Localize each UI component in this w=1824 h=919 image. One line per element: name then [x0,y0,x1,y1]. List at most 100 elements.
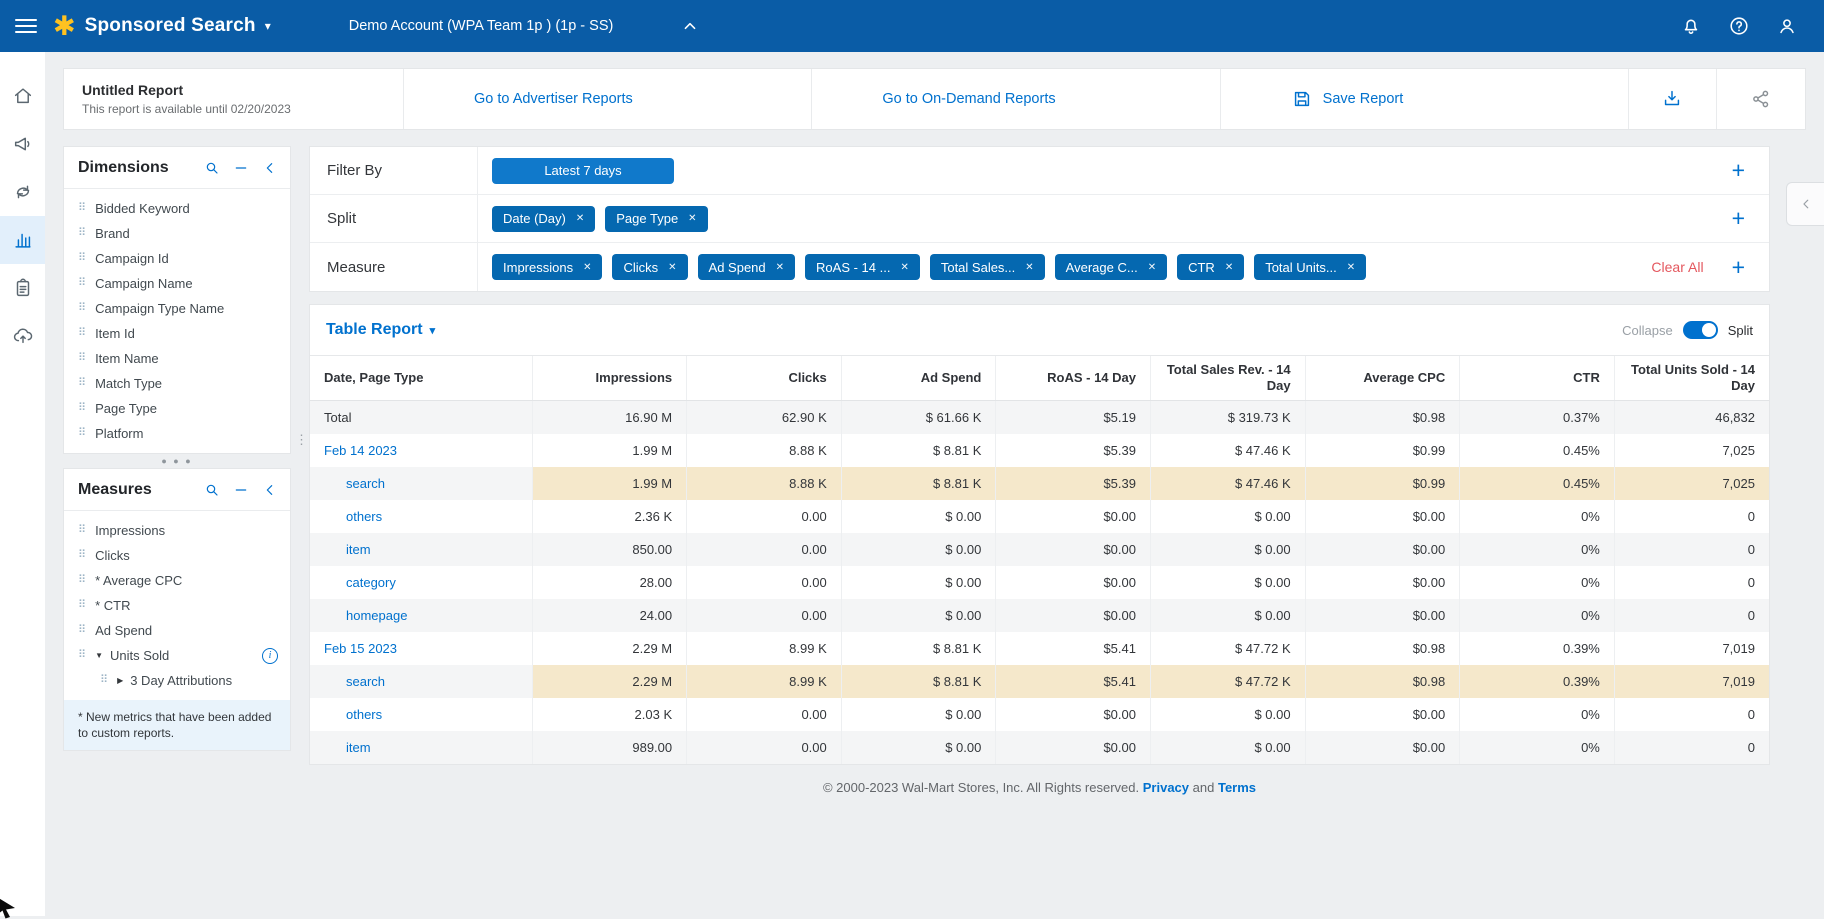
help-button[interactable] [1728,15,1750,37]
date-link[interactable]: Feb 14 2023 [324,443,397,458]
dimensions-hide-button[interactable] [262,160,278,176]
split-chip[interactable]: Page Type✕ [605,206,707,232]
measure-item[interactable]: ⠿Clicks [64,543,290,568]
drag-handle-icon[interactable]: ⠿ [78,550,86,561]
page-type-link[interactable]: others [346,509,382,524]
account-menu-button[interactable] [1776,15,1798,37]
drag-handle-icon[interactable]: ⠿ [78,253,86,264]
download-report-button[interactable] [1661,88,1683,110]
split-chip[interactable]: Date (Day)✕ [492,206,595,232]
nav-reports[interactable] [0,216,45,264]
ondemand-reports-link[interactable]: Go to On-Demand Reports [882,91,1055,107]
drag-handle-icon[interactable]: ⠿ [78,278,86,289]
measure-chip[interactable]: RoAS - 14 ...✕ [805,254,920,280]
measure-chip[interactable]: Ad Spend✕ [698,254,796,280]
table-report-title[interactable]: Table Report ▾ [326,321,435,339]
dimensions-collapse-all-button[interactable] [233,160,249,176]
chip-close-icon[interactable]: ✕ [668,262,676,273]
column-header[interactable]: Clicks [687,356,842,401]
dimension-item[interactable]: ⠿Match Type [64,371,290,396]
chip-close-icon[interactable]: ✕ [1347,262,1355,273]
caret-right-icon[interactable]: ▶ [117,676,123,685]
measure-chip[interactable]: Clicks✕ [612,254,687,280]
measures-collapse-all-button[interactable] [233,482,249,498]
measure-item[interactable]: ⠿Impressions [64,518,290,543]
caret-down-icon[interactable]: ▼ [95,651,103,660]
column-header[interactable]: Impressions [532,356,687,401]
dimension-item[interactable]: ⠿Item Name [64,346,290,371]
drag-handle-icon[interactable]: ⠿ [78,228,86,239]
drag-handle-icon[interactable]: ⠿ [78,353,86,364]
info-icon[interactable]: i [262,648,278,664]
notifications-button[interactable] [1680,15,1702,37]
column-header[interactable]: Average CPC [1305,356,1460,401]
dimensions-search-button[interactable] [204,160,220,176]
privacy-link[interactable]: Privacy [1143,780,1189,795]
add-split-button[interactable]: + [1732,207,1745,230]
measures-search-button[interactable] [204,482,220,498]
nav-home[interactable] [0,72,45,120]
save-report-link[interactable]: Save Report [1323,91,1404,107]
nav-campaigns[interactable] [0,120,45,168]
measure-chip[interactable]: Impressions✕ [492,254,602,280]
page-type-link[interactable]: category [346,575,396,590]
drag-handle-icon[interactable]: ⠿ [78,600,86,611]
hamburger-menu-icon[interactable] [15,19,37,33]
filter-chip[interactable]: Latest 7 days [492,158,674,184]
column-header[interactable]: Total Sales Rev. - 14 Day [1151,356,1306,401]
column-header[interactable]: RoAS - 14 Day [996,356,1151,401]
dimension-item[interactable]: ⠿Item Id [64,321,290,346]
chip-close-icon[interactable]: ✕ [900,262,908,273]
drag-handle-icon[interactable]: ⠿ [78,525,86,536]
chip-close-icon[interactable]: ✕ [1148,262,1156,273]
nav-automation[interactable] [0,168,45,216]
drag-handle-icon[interactable]: ⠿ [78,650,86,661]
measure-chip[interactable]: Total Sales...✕ [930,254,1045,280]
measure-chip[interactable]: Total Units...✕ [1254,254,1366,280]
dimension-item[interactable]: ⠿Campaign Name [64,271,290,296]
column-header[interactable]: CTR [1460,356,1615,401]
page-type-link[interactable]: item [346,740,371,755]
page-type-link[interactable]: search [346,674,385,689]
terms-link[interactable]: Terms [1218,780,1256,795]
panels-resize-handle[interactable]: ● ● ● [63,454,291,468]
advertiser-reports-link[interactable]: Go to Advertiser Reports [474,91,633,107]
drag-handle-icon[interactable]: ⠿ [100,675,108,686]
drag-handle-icon[interactable]: ⠿ [78,203,86,214]
page-type-link[interactable]: others [346,707,382,722]
measures-hide-button[interactable] [262,482,278,498]
dimension-item[interactable]: ⠿Bidded Keyword [64,196,290,221]
dimension-item[interactable]: ⠿Brand [64,221,290,246]
chip-close-icon[interactable]: ✕ [576,213,584,224]
dimension-item[interactable]: ⠿Page Type [64,396,290,421]
drag-handle-icon[interactable]: ⠿ [78,428,86,439]
drag-handle-icon[interactable]: ⠿ [78,575,86,586]
drag-handle-icon[interactable]: ⠿ [78,303,86,314]
expand-right-panel-button[interactable] [1786,182,1824,226]
measure-item[interactable]: ⠿* CTR [64,593,290,618]
dimension-item[interactable]: ⠿Campaign Type Name [64,296,290,321]
collapse-split-toggle[interactable] [1683,321,1718,339]
date-link[interactable]: Feb 15 2023 [324,641,397,656]
chip-close-icon[interactable]: ✕ [776,262,784,273]
dimension-item[interactable]: ⠿Platform [64,421,290,446]
measure-chip[interactable]: CTR✕ [1177,254,1244,280]
measure-chip[interactable]: Average C...✕ [1055,254,1167,280]
chip-close-icon[interactable]: ✕ [1225,262,1233,273]
column-header[interactable]: Total Units Sold - 14 Day [1614,356,1769,401]
drag-handle-icon[interactable]: ⠿ [78,625,86,636]
measure-item[interactable]: ⠿* Average CPC [64,568,290,593]
panel-width-handle[interactable]: ⋮ [295,436,308,443]
chip-close-icon[interactable]: ✕ [583,262,591,273]
measure-item[interactable]: ⠿Ad Spend [64,618,290,643]
share-report-button[interactable] [1750,88,1772,110]
nav-tasks[interactable] [0,264,45,312]
page-type-link[interactable]: search [346,476,385,491]
drag-handle-icon[interactable]: ⠿ [78,328,86,339]
add-measure-button[interactable]: + [1732,256,1745,279]
chip-close-icon[interactable]: ✕ [688,213,696,224]
page-type-link[interactable]: item [346,542,371,557]
add-filter-button[interactable]: + [1732,159,1745,182]
page-type-link[interactable]: homepage [346,608,407,623]
column-header[interactable]: Date, Page Type [310,356,532,401]
